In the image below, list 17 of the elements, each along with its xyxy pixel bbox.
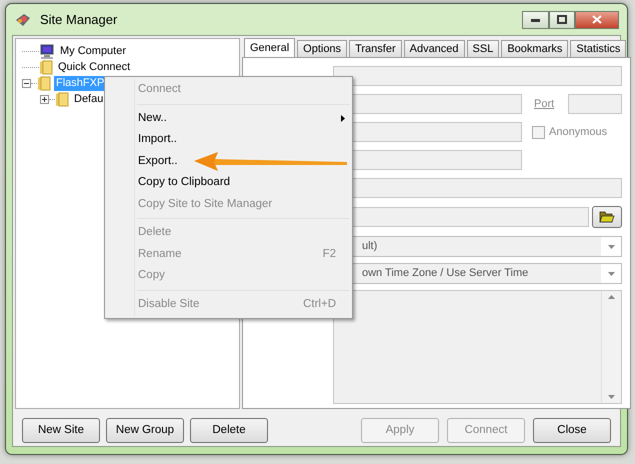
- shortcut-label: F2: [322, 246, 336, 262]
- menu-item-label: Rename: [138, 246, 182, 262]
- window-title: Site Manager: [40, 10, 118, 29]
- menu-item-label: Delete: [138, 225, 172, 240]
- menu-item-label: Connect: [138, 82, 181, 98]
- menu-item-label: Disable Site: [138, 296, 200, 312]
- checkbox-label: Anonymous: [549, 124, 608, 140]
- menu-item-label: Export..: [138, 154, 178, 169]
- menu-item-label: Copy: [138, 268, 165, 284]
- menu-item-label: Copy to Clipboard: [138, 175, 230, 190]
- menu-item-label: Import..: [138, 132, 177, 148]
- dropdown-value: own Time Zone / Use Server Time: [362, 266, 528, 281]
- menu-item-label: Copy Site to Site Manager: [138, 196, 272, 212]
- menu-item-label: New..: [138, 110, 167, 126]
- dropdown-value: ult): [362, 239, 378, 254]
- port-label: Port: [534, 96, 554, 112]
- shortcut-label: Ctrl+D: [303, 296, 336, 312]
